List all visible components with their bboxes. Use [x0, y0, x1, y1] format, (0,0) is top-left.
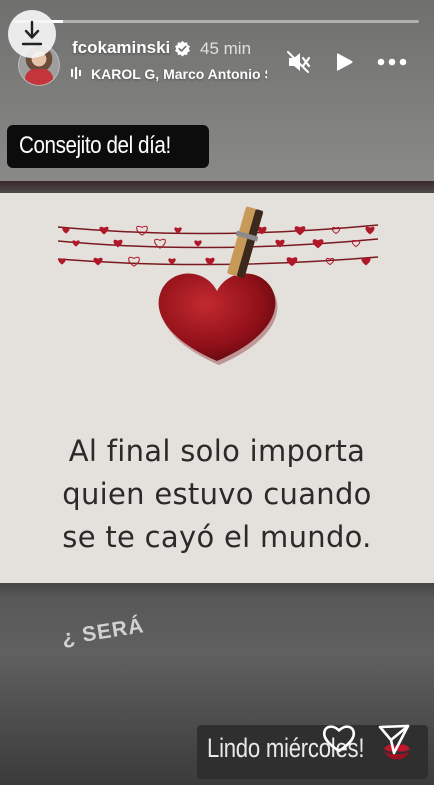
- mini-heart-decoration: [93, 257, 103, 266]
- mini-heart-decoration: [286, 257, 298, 267]
- heart-outline-icon[interactable]: [321, 722, 357, 754]
- download-icon: [21, 20, 43, 46]
- background-divider-bottom: [0, 583, 434, 599]
- quote-line-2: quien estuvo cuando: [62, 477, 372, 511]
- download-button[interactable]: [8, 10, 56, 58]
- mini-heart-decoration: [113, 239, 123, 248]
- username[interactable]: fcokaminski: [72, 38, 170, 58]
- send-icon[interactable]: [377, 722, 411, 756]
- more-horizontal-icon[interactable]: [372, 46, 412, 78]
- mini-heart-decoration: [58, 258, 66, 265]
- mini-heart-decoration: [128, 256, 140, 267]
- speaker-muted-icon[interactable]: [282, 46, 316, 78]
- music-bars-icon: [71, 67, 81, 79]
- quote-text: Al final solo importa quien estuvo cuand…: [0, 430, 434, 559]
- mini-heart-decoration: [194, 240, 202, 247]
- mini-heart-decoration: [365, 226, 375, 235]
- verified-badge-icon: [175, 40, 190, 57]
- music-track[interactable]: KAROL G, Marco Antonio Solís: [91, 66, 267, 82]
- mini-heart-decoration: [72, 240, 80, 247]
- quote-line-1: Al final solo importa: [68, 434, 366, 468]
- mini-heart-decoration: [62, 227, 70, 234]
- story-viewer: Al final solo importa quien estuvo cuand…: [0, 0, 434, 785]
- mini-heart-decoration: [361, 257, 371, 266]
- caption-text: Consejito del día!: [19, 132, 171, 159]
- caption-sticker: Consejito del día!: [7, 125, 210, 168]
- mini-heart-decoration: [136, 225, 148, 236]
- story-progress-bar: [14, 20, 419, 23]
- mini-heart-decoration: [325, 257, 335, 266]
- quote-line-3: se te cayó el mundo.: [62, 520, 372, 554]
- mini-heart-decoration: [99, 226, 109, 235]
- post-time: 45 min: [200, 39, 252, 58]
- mini-heart-decoration: [312, 239, 324, 249]
- play-icon[interactable]: [328, 46, 360, 78]
- background-divider: [0, 181, 434, 193]
- mini-heart-decoration: [294, 226, 306, 236]
